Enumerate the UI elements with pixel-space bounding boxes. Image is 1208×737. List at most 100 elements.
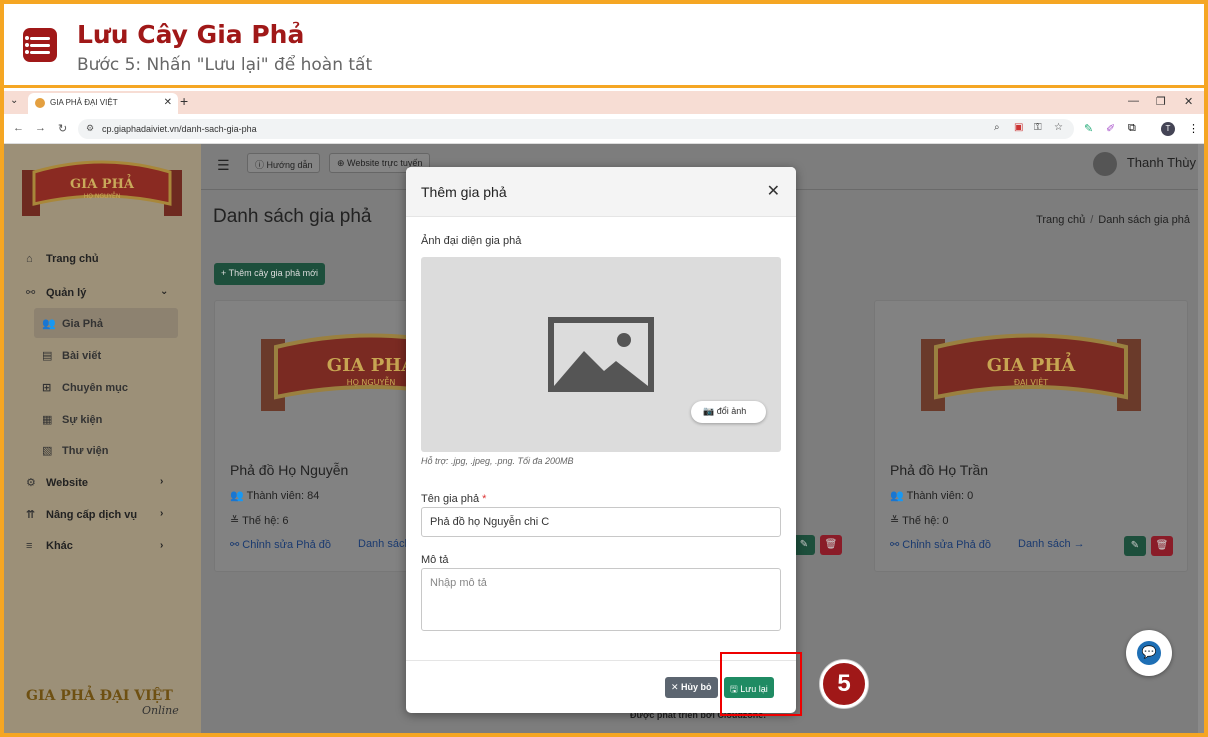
breadcrumb-home[interactable]: Trang chủ — [1036, 214, 1085, 226]
card-title[interactable]: Phả đồ Họ Nguyễn — [230, 462, 348, 478]
layers-icon: ≚ — [890, 515, 900, 527]
banner-subtitle: Bước 5: Nhấn "Lưu lại" để hoàn tất — [77, 55, 373, 75]
close-window-icon[interactable]: ✕ — [1184, 95, 1193, 108]
highlight-box — [720, 652, 802, 716]
sidebar-item-website[interactable]: ⚙ Website › — [26, 476, 163, 489]
chat-button[interactable]: 💬 — [1126, 630, 1172, 676]
chevron-right-icon: › — [160, 540, 164, 551]
breadcrumb-current: Danh sách gia phả — [1098, 214, 1190, 226]
list-link[interactable]: Danh sách — [358, 538, 411, 550]
install-icon[interactable]: ▣ — [1014, 122, 1023, 133]
tree-name-input[interactable]: Phả đồ họ Nguyễn chi C — [421, 507, 781, 537]
users-icon: 👥 — [890, 490, 904, 502]
card-members: 👥 Thành viên: 84 — [230, 490, 320, 502]
grid-icon: ⊞ — [42, 382, 52, 394]
trash-icon[interactable]: 🗑 — [820, 535, 842, 555]
camera-icon: 📷 — [703, 406, 715, 416]
close-icon[interactable]: ✕ — [767, 181, 780, 201]
upgrade-icon: ⇈ — [26, 509, 36, 521]
key-icon[interactable]: ⚿ — [1034, 122, 1042, 133]
tutorial-banner: Lưu Cây Gia Phả Bước 5: Nhấn "Lưu lại" đ… — [4, 4, 1204, 88]
url-text: cp.giaphadaiviet.vn/danh-sach-gia-pha — [102, 124, 257, 134]
guide-button[interactable]: ⓘ Hướng dẫn — [247, 153, 321, 173]
chevron-right-icon: › — [160, 476, 164, 487]
upload-hint: Hỗ trợ: .jpg, .jpeg, .png. Tối đa 200MB — [421, 456, 574, 466]
sitemap-icon: ⚯ — [26, 287, 36, 299]
profile-avatar[interactable]: T — [1161, 122, 1175, 136]
chevron-down-icon: ⌄ — [160, 286, 169, 297]
users-icon: 👥 — [42, 318, 56, 330]
svg-text:HỌ NGUYỄN: HỌ NGUYỄN — [84, 192, 121, 200]
tab-search-icon[interactable]: ⌄ — [10, 95, 18, 106]
site-info-icon[interactable]: ⚙ — [86, 123, 94, 134]
sidebar: GIA PHẢ HỌ NGUYỄN ⌂ Trang chủ ⚯ Quản lý ⌄ 👥… — [4, 144, 201, 733]
edit-icon[interactable]: ✎ — [1124, 536, 1146, 556]
hamburger-icon[interactable]: ☰ — [217, 157, 230, 174]
back-icon[interactable]: ← — [13, 122, 24, 134]
sidebar-item-manage[interactable]: ⚯ Quản lý ⌄ — [26, 286, 168, 299]
modal-title: Thêm gia phả — [421, 184, 507, 200]
banner-title: Lưu Cây Gia Phả — [77, 20, 305, 49]
image-upload-area[interactable]: 📷 đổi ảnh — [421, 257, 781, 452]
browser-tabbar: ⌄ GIA PHẢ ĐẠI VIỆT ✕ + — ❐ ✕ — [4, 91, 1204, 114]
description-textarea[interactable]: Nhập mô tả — [421, 568, 781, 631]
users-icon: 👥 — [230, 490, 244, 502]
card-title[interactable]: Phả đồ Họ Trần — [890, 462, 988, 478]
sidebar-item-categories[interactable]: ⊞ Chuyên mục — [42, 381, 128, 394]
avatar — [1092, 152, 1117, 176]
sitemap-icon: ⚯ — [230, 539, 240, 551]
sidebar-item-home[interactable]: ⌂ Trang chủ — [26, 253, 99, 265]
reload-icon[interactable]: ↻ — [58, 122, 67, 135]
forward-icon[interactable]: → — [35, 122, 46, 134]
svg-text:GIA PHẢ: GIA PHẢ — [70, 174, 135, 192]
card-generations: ≚ Thế hệ: 0 — [890, 515, 949, 527]
close-tab-icon[interactable]: ✕ — [164, 97, 172, 108]
minimize-icon[interactable]: — — [1128, 95, 1139, 107]
avatar-label: Ảnh đại diện gia phả — [421, 235, 522, 247]
user-menu[interactable]: Thanh Thùy — [1092, 152, 1196, 176]
sidebar-item-events[interactable]: ▦ Sự kiện — [42, 413, 102, 426]
cancel-button[interactable]: ✕ Hủy bỏ — [665, 677, 718, 698]
breadcrumb: Trang chủ / Danh sách gia phả — [1036, 214, 1190, 226]
new-tab-icon[interactable]: + — [180, 93, 188, 109]
step-badge: 5 — [820, 660, 868, 708]
pen-extension-icon[interactable]: ✐ — [1106, 122, 1115, 135]
change-image-button[interactable]: 📷 đổi ảnh — [691, 401, 766, 423]
calendar-icon: ▦ — [42, 414, 53, 426]
sidebar-item-library[interactable]: ▧ Thư viện — [42, 444, 108, 457]
browser-toolbar: ← → ↻ ⚙ cp.giaphadaiviet.vn/danh-sach-gi… — [4, 114, 1204, 144]
chevron-right-icon: › — [160, 508, 164, 519]
edit-icon[interactable]: ✎ — [793, 535, 815, 555]
menu-icon[interactable]: ⋮ — [1188, 122, 1199, 135]
sidebar-item-posts[interactable]: ▤ Bài viết — [42, 349, 101, 362]
svg-text:ĐẠI VIỆT: ĐẠI VIỆT — [1014, 376, 1048, 388]
sidebar-item-other[interactable]: ≡ Khác › — [26, 540, 163, 552]
add-tree-button[interactable]: + Thêm cây gia phả mới — [214, 263, 326, 285]
layers-icon: ≚ — [230, 515, 240, 527]
star-icon[interactable]: ☆ — [1054, 122, 1063, 133]
name-label: Tên gia phả * — [421, 493, 487, 505]
restore-icon[interactable]: ❐ — [1156, 95, 1166, 108]
scrollbar[interactable] — [1198, 144, 1204, 733]
list-icon — [23, 28, 57, 62]
tab-title: GIA PHẢ ĐẠI VIỆT — [50, 98, 118, 107]
bars-icon: ≡ — [26, 540, 33, 552]
home-icon: ⌂ — [26, 253, 33, 265]
sidebar-item-upgrade[interactable]: ⇈ Nâng cấp dịch vụ › — [26, 508, 163, 521]
logo-image: GIA PHẢ HỌ NGUYỄN — [22, 160, 182, 216]
zoom-icon[interactable]: ⌕ — [994, 122, 1000, 133]
images-icon: ▧ — [42, 445, 53, 457]
modal-header: Thêm gia phả ✕ — [406, 167, 796, 217]
sidebar-item-giapha[interactable]: 👥 Gia Phả — [42, 317, 103, 330]
extension-icon[interactable]: ✎ — [1084, 122, 1093, 135]
card-banner-image: GIA PHẢ ĐẠI VIỆT — [921, 333, 1141, 411]
trash-icon[interactable]: 🗑 — [1151, 536, 1173, 556]
edit-tree-link[interactable]: ⚯ Chỉnh sửa Phả đồ — [890, 538, 991, 551]
puzzle-icon[interactable]: ⧉ — [1128, 122, 1136, 135]
edit-tree-link[interactable]: ⚯ Chỉnh sửa Phả đồ — [230, 538, 331, 551]
browser-tab[interactable]: GIA PHẢ ĐẠI VIỆT ✕ — [28, 93, 178, 114]
list-link[interactable]: Danh sách → — [1018, 538, 1085, 550]
address-bar[interactable]: ⚙ cp.giaphadaiviet.vn/danh-sach-gia-pha … — [78, 119, 1074, 139]
chat-icon: 💬 — [1137, 641, 1161, 665]
description-label: Mô tả — [421, 554, 449, 566]
